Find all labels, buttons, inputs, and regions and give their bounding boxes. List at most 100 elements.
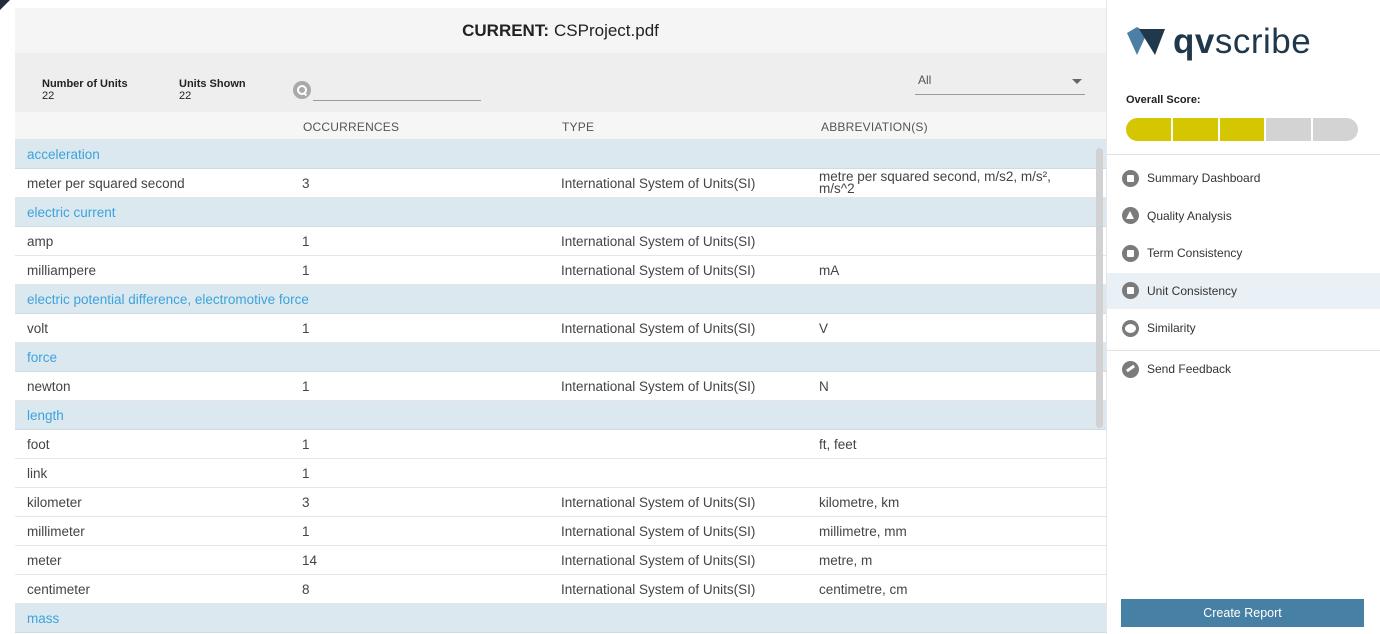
logo-text-light: scribe <box>1214 22 1312 61</box>
search-icon[interactable] <box>293 81 311 99</box>
page-title: CURRENT: CSProject.pdf <box>15 8 1106 53</box>
occurrences-cell: 1 <box>302 234 310 249</box>
number-of-units-stat: Number of Units 22 <box>42 78 128 102</box>
column-header-abbreviations: ABBREVIATION(S) <box>821 120 928 134</box>
table-row[interactable]: millimeter 1 International System of Units… <box>15 517 1106 546</box>
sidebar-divider <box>1107 154 1380 155</box>
group-name: force <box>27 350 58 365</box>
table-row[interactable]: newton 1 International System of Units(SI)… <box>15 372 1106 401</box>
occurrences-cell: 1 <box>302 524 310 539</box>
search-input[interactable] <box>313 81 481 101</box>
score-segment-filled <box>1126 118 1171 141</box>
score-segment-empty <box>1313 118 1358 141</box>
type-cell: International System of Units(SI) <box>561 553 756 568</box>
send-feedback-icon <box>1122 360 1139 378</box>
sidebar-item-unit-consistency[interactable]: Unit Consistency <box>1107 272 1380 309</box>
sidebar-item-send-feedback[interactable]: Send Feedback <box>1107 351 1380 387</box>
book-icon <box>1122 244 1139 262</box>
sidebar-item-label: Quality Analysis <box>1147 208 1232 223</box>
units-shown-label: Units Shown <box>179 78 246 90</box>
table-row[interactable]: link 1 <box>15 459 1106 488</box>
sidebar-item-quality-analysis[interactable]: Quality Analysis <box>1107 198 1380 234</box>
dashboard-icon <box>1122 169 1139 187</box>
occurrences-cell: 1 <box>302 263 310 278</box>
table-header: OCCURRENCES TYPE ABBREVIATION(S) <box>15 112 1106 140</box>
chevron-down-icon <box>1072 79 1082 84</box>
sidebar: qvscribe Overall Score: Summary Dashboar… <box>1106 0 1380 634</box>
unit-name: kilometer <box>27 495 82 510</box>
unit-filter-dropdown[interactable]: All <box>915 73 1085 95</box>
unit-name: centimeter <box>27 582 91 597</box>
group-row[interactable]: electric potential difference, electromo… <box>15 285 1106 314</box>
number-of-units-label: Number of Units <box>42 78 128 90</box>
unit-name: milliampere <box>27 263 97 278</box>
table-row[interactable]: milliampere 1 International System of Unit… <box>15 256 1106 285</box>
unit-name: meter per squared second <box>27 176 185 191</box>
table-row[interactable]: amp 1 International System of Units(SI) <box>15 227 1106 256</box>
unit-name: volt <box>27 321 49 336</box>
occurrences-cell: 1 <box>302 437 310 452</box>
group-row[interactable]: acceleration <box>15 140 1106 169</box>
logo-text: qvscribe <box>1173 22 1311 62</box>
number-of-units-value: 22 <box>42 90 55 102</box>
table-row[interactable]: meter per squared second 3 International S… <box>15 169 1106 198</box>
unit-name: link <box>27 466 48 481</box>
table-row[interactable]: volt 1 International System of Units(SI) V <box>15 314 1106 343</box>
unit-name: meter <box>27 553 62 568</box>
filter-selected-value: All <box>918 73 932 87</box>
abbreviations-cell: metre per squared second, m/s2, m/s², m/… <box>819 169 1051 196</box>
sidebar-item-label: Send Feedback <box>1147 362 1232 376</box>
overall-score-label: Overall Score: <box>1126 94 1201 106</box>
unit-name: amp <box>27 234 54 249</box>
group-row[interactable]: length <box>15 401 1106 430</box>
occurrences-cell: 3 <box>302 176 310 191</box>
unit-name: newton <box>27 379 71 394</box>
table-row[interactable]: kilometer 3 International System of Units(… <box>15 488 1106 517</box>
type-cell: International System of Units(SI) <box>561 234 756 249</box>
occurrences-cell: 14 <box>302 553 318 568</box>
sidebar-item-term-consistency[interactable]: Term Consistency <box>1107 235 1380 271</box>
abbreviations-cell: V <box>819 321 829 336</box>
table-row[interactable]: centimeter 8 International System of Units… <box>15 575 1106 604</box>
abbreviations-cell: N <box>819 379 829 394</box>
occurrences-cell: 1 <box>302 379 310 394</box>
table-scrollbar[interactable] <box>1096 148 1103 428</box>
create-report-button[interactable]: Create Report <box>1121 599 1364 627</box>
table-row[interactable]: meter 14 International System of Units(SI)… <box>15 546 1106 575</box>
column-header-type: TYPE <box>562 120 595 134</box>
sidebar-item-summary-dashboard[interactable]: Summary Dashboard <box>1107 160 1380 196</box>
abbreviations-cell: kilometre, km <box>819 495 900 510</box>
type-cell: International System of Units(SI) <box>561 263 756 278</box>
occurrences-cell: 3 <box>302 495 310 510</box>
unit-icon <box>1122 282 1139 299</box>
overall-score-bar <box>1126 118 1358 141</box>
group-name: length <box>27 408 64 423</box>
unit-name: millimeter <box>27 524 85 539</box>
group-row[interactable]: electric current <box>15 198 1106 227</box>
unit-name: foot <box>27 437 50 452</box>
type-cell: International System of Units(SI) <box>561 379 756 394</box>
score-segment-filled <box>1219 118 1265 141</box>
window-corner-left <box>0 0 10 10</box>
type-cell: International System of Units(SI) <box>561 495 756 510</box>
sidebar-item-label: Term Consistency <box>1147 246 1243 260</box>
sidebar-item-similarity[interactable]: Similarity <box>1107 310 1380 346</box>
score-segment-filled <box>1172 118 1218 141</box>
app-window: CURRENT: CSProject.pdf Number of Units 2… <box>0 0 1380 634</box>
similarity-icon <box>1122 319 1139 337</box>
group-row[interactable]: force <box>15 343 1106 372</box>
column-header-occurrences: OCCURRENCES <box>303 120 400 134</box>
sidebar-item-label: Summary Dashboard <box>1147 171 1261 185</box>
qvscribe-logo: qvscribe <box>1125 22 1311 62</box>
group-row[interactable]: mass <box>15 604 1106 633</box>
abbreviations-cell: ft, feet <box>819 437 857 452</box>
current-file-name: CSProject.pdf <box>554 20 659 40</box>
type-cell: International System of Units(SI) <box>561 524 756 539</box>
score-segment-empty <box>1266 118 1312 141</box>
units-toolbar: Number of Units 22 Units Shown 22 All <box>15 53 1106 112</box>
logo-mark-icon <box>1127 27 1165 55</box>
table-row[interactable]: foot 1 ft, feet <box>15 430 1106 459</box>
abbreviations-cell: centimetre, cm <box>819 582 908 597</box>
sidebar-item-label: Similarity <box>1147 321 1196 335</box>
type-cell: International System of Units(SI) <box>561 582 756 597</box>
